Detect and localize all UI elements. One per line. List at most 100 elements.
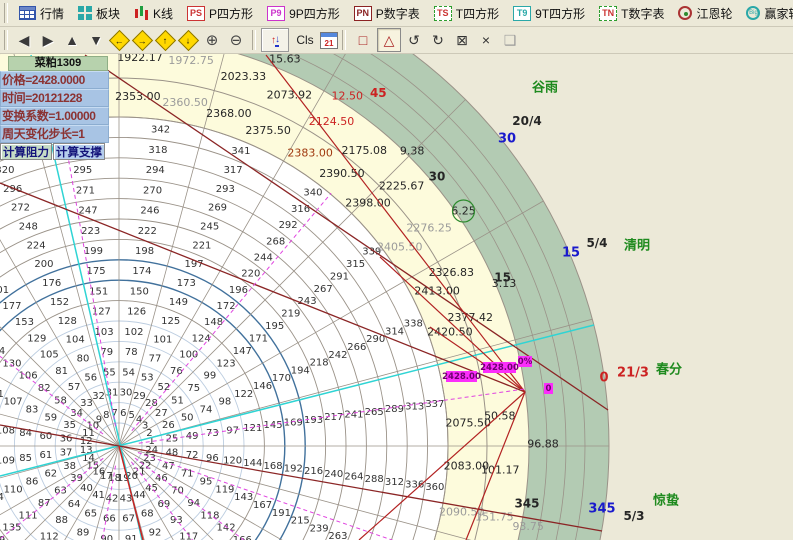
wheel-number: 340 [303,188,322,199]
zoom-in-button[interactable]: ⊕ [201,29,223,51]
wheel-number: 201 [0,285,9,296]
toolbar-groove [4,30,8,50]
tool-P四方形[interactable]: PSP四方形 [180,1,260,25]
wheel-number: 26 [162,420,175,431]
tool-江恩轮[interactable]: 江恩轮 [671,1,739,25]
pn-badge-icon: PN [354,6,372,21]
pan-right-button[interactable]: → [132,29,153,50]
wheel-number: 62 [44,469,57,480]
box-select-button[interactable]: ⊠ [451,29,473,51]
prev-button[interactable]: ◀ [13,29,35,51]
tool-板块[interactable]: 板块 [71,1,127,25]
wheel-number: 221 [192,240,211,251]
rotate-ccw-button[interactable]: ↺ [403,29,425,51]
wheel-number: 338 [404,319,423,330]
down-button[interactable]: ▼ [85,29,107,51]
fraction-label: 9.38 [400,144,425,157]
wheel-number: 78 [125,347,138,358]
presentation-button[interactable]: ❑ [499,29,521,51]
wheel-number: 154 [0,346,5,357]
tool-K线[interactable]: K线 [127,1,180,25]
wheel-number: 83 [26,404,39,415]
price-field: 价格=2428.0000 [0,71,109,89]
wheel-number: 106 [19,371,38,382]
wheel-number: 198 [135,246,154,257]
degree-label: 30 [429,169,446,183]
price-label-outer: 2326.83 [429,266,475,279]
tool-9T四方形[interactable]: T99T四方形 [506,1,592,25]
table-icon [19,6,36,20]
wheel-number: 110 [4,484,23,495]
wheel-number: 57 [68,382,81,393]
tool-行情[interactable]: 行情 [12,1,71,25]
wheel-number: 144 [243,458,262,469]
wheel-number: 42 [106,493,119,504]
rotate-cw-button[interactable]: ↻ [427,29,449,51]
wheel-number: 219 [281,309,300,320]
tool-label: 9P四方形 [289,5,340,22]
gann-wheel-canvas[interactable]: 1234567891011121314151617181920212223242… [0,54,793,540]
wheel-number: 119 [215,484,234,495]
wheel-number: 263 [328,531,347,540]
wheel-number: 194 [291,365,310,376]
price-label-outer: 2124.50 [309,115,355,128]
ts-badge-icon: TS [434,6,452,21]
wheel-number: 169 [284,418,303,429]
calendar-button[interactable]: 21 [320,32,338,49]
wheel-number: 171 [249,333,268,344]
wheel-number: 288 [365,474,384,485]
wheel-number: 220 [241,269,260,280]
wheel-number: 51 [171,396,184,407]
wheel-number: 196 [229,285,248,296]
tool-label: T四方形 [456,5,499,22]
wheel-number: 98 [219,397,232,408]
wheel-number: 295 [73,165,92,176]
wheel-number: 320 [0,165,14,176]
wheel-number: 170 [272,373,291,384]
shrink-button[interactable]: × [475,29,497,51]
arrow-glyph: ← [115,35,124,45]
wheel-number: 148 [204,317,223,328]
wheel-number: 82 [38,383,51,394]
tool-9P四方形[interactable]: P99P四方形 [260,1,347,25]
next-button[interactable]: ▶ [37,29,59,51]
wheel-number: 105 [40,350,59,361]
wheel-number: 95 [200,477,213,488]
wheel-number: 74 [200,404,213,415]
square-tool-button[interactable]: □ [351,28,375,52]
wheel-number: 85 [19,453,32,464]
up-button[interactable]: ▲ [61,29,83,51]
triangle-tool-button[interactable]: △ [377,28,401,52]
fraction-label: 6.25 [451,205,476,218]
tool-T四方形[interactable]: TS T四方形 [427,1,506,25]
tool-T数字表[interactable]: TNT数字表 [592,1,671,25]
flip-axis-button[interactable]: ↑↓ [261,28,289,52]
pan-down-button[interactable]: ↓ [178,29,199,50]
zoom-out-button[interactable]: ⊖ [225,29,247,51]
pan-up-button[interactable]: ↑ [155,29,176,50]
tool-label: 行情 [40,5,64,22]
tool-label: 赢家轮 [764,5,793,22]
winner-wheel-icon: Big [746,6,760,20]
wheel-number: 241 [344,410,363,421]
cls-button[interactable]: Cls [291,29,319,51]
pan-left-button[interactable]: ← [109,29,130,50]
wheel-number: 289 [385,404,404,415]
price-label-inner: 2383.00 [287,146,333,159]
wheel-number: 270 [143,185,162,196]
wheel-number: 35 [63,420,76,431]
tool-label: 江恩轮 [696,5,732,22]
calc-support-button[interactable]: 计算支撑 [53,143,105,160]
wheel-number: 64 [68,499,81,510]
gann-wheel-icon [678,6,692,20]
outside-label: 5/3 [623,509,644,523]
wheel-number: 291 [330,271,349,282]
cycle-step-field: 周天变化步长=1 [0,125,109,143]
wheel-number: 45 [145,483,158,494]
wheel-number: 107 [4,397,23,408]
chart-area[interactable]: 1234567891011121314151617181920212223242… [0,54,793,540]
tool-P数字表[interactable]: PNP数字表 [347,1,427,25]
wheel-number: 67 [122,514,135,525]
tool-赢家轮[interactable]: Big 赢家轮 [739,1,793,25]
calc-resistance-button[interactable]: 计算阻力 [0,143,52,160]
